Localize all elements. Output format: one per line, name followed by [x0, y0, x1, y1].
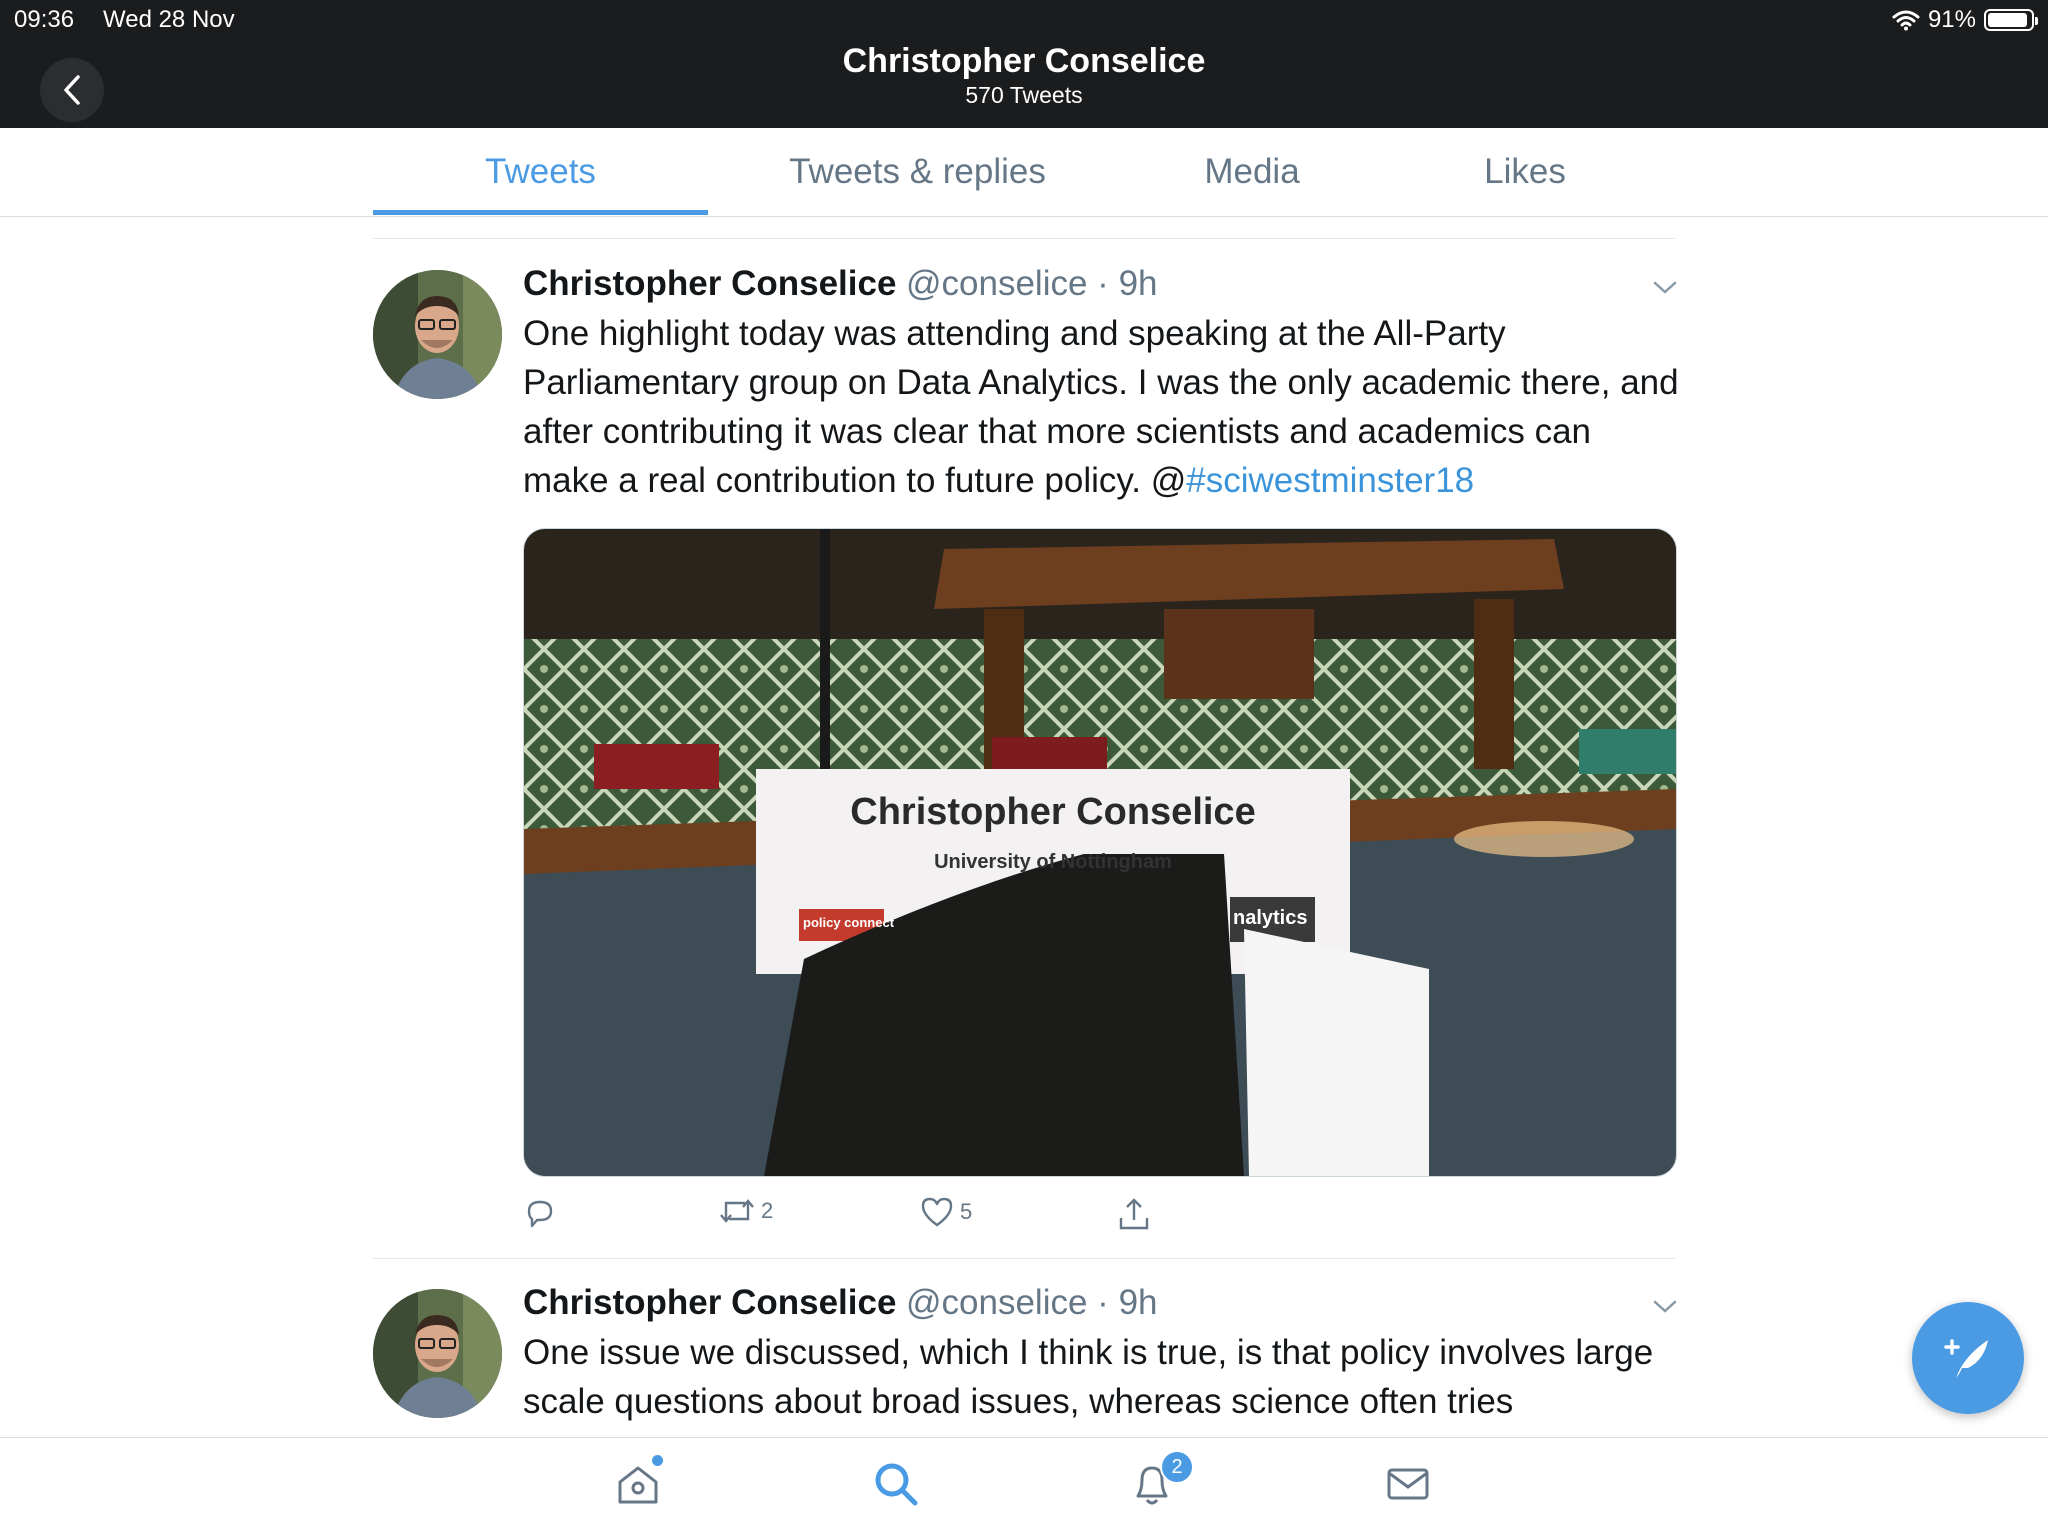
avatar[interactable] — [373, 270, 502, 399]
nameplate-logo-right: nalytics — [1233, 907, 1308, 929]
compose-feather-icon — [1944, 1339, 1988, 1378]
heart-icon — [921, 1197, 953, 1227]
tab-media[interactable]: Media — [1130, 128, 1374, 216]
chevron-down-icon[interactable] — [1652, 1293, 1678, 1319]
status-time: 09:36 — [14, 6, 75, 33]
tab-tweets[interactable]: Tweets — [373, 128, 708, 216]
tab-likes[interactable]: Likes — [1400, 128, 1650, 216]
top-header: 09:36 Wed 28 Nov 91% Christopher Conseli… — [0, 0, 2048, 128]
tweet-author-name[interactable]: Christopher Conselice — [523, 264, 896, 304]
tweet-meta: @conselice · 9h — [906, 264, 1158, 304]
chevron-down-icon[interactable] — [1652, 274, 1678, 300]
avatar-image — [373, 1289, 502, 1418]
tweet-meta: @conselice · 9h — [906, 1283, 1158, 1323]
hashtag-link[interactable]: #sciwestminster18 — [1186, 461, 1474, 500]
compose-tweet-button[interactable] — [1912, 1302, 2024, 1414]
like-button[interactable]: 5 — [920, 1196, 972, 1228]
search-icon[interactable] — [872, 1460, 920, 1508]
tweet-time: 9h — [1118, 264, 1158, 303]
meta-separator: · — [1087, 264, 1119, 303]
tweet-media-image[interactable]: Christopher Conselice University of Nott… — [523, 528, 1677, 1177]
status-date: Wed 28 Nov — [103, 6, 235, 33]
nameplate-name: Christopher Conselice — [850, 791, 1256, 833]
tweet-body: One issue we discussed, which I think is… — [523, 1333, 1654, 1421]
home-icon[interactable] — [614, 1460, 662, 1508]
share-button[interactable] — [1117, 1196, 1151, 1232]
feed-divider — [373, 238, 1675, 239]
retweet-icon — [720, 1199, 754, 1223]
home-new-dot — [652, 1455, 663, 1466]
nameplate-logo-left: policy connect — [803, 915, 895, 930]
profile-name-title: Christopher Conselice — [842, 42, 1206, 80]
tweet-time: 9h — [1118, 1283, 1158, 1322]
tweet-handle[interactable]: @conselice — [906, 1283, 1087, 1322]
tab-tweets-replies[interactable]: Tweets & replies — [740, 128, 1095, 216]
status-right: 91% — [1892, 6, 2038, 34]
retweet-count: 2 — [761, 1198, 774, 1223]
mail-icon[interactable] — [1384, 1460, 1432, 1508]
tweet-count: 570 Tweets — [965, 82, 1083, 108]
meta-separator: · — [1087, 1283, 1119, 1322]
nameplate-org: University of Nottingham — [934, 851, 1172, 873]
wifi-icon — [1892, 10, 1920, 31]
tweet-handle[interactable]: @conselice — [906, 264, 1087, 303]
tweet-author-name[interactable]: Christopher Conselice — [523, 1283, 896, 1323]
tweet-divider — [373, 1258, 1675, 1259]
reply-button[interactable] — [523, 1196, 557, 1230]
avatar-image — [373, 270, 502, 399]
tweet-actions: 2 5 — [523, 1196, 1675, 1236]
avatar[interactable] — [373, 1289, 502, 1418]
like-count: 5 — [960, 1199, 973, 1224]
reply-icon — [527, 1200, 553, 1228]
battery-percent: 91% — [1927, 6, 1976, 33]
tweet-body: One highlight today was attending and sp… — [523, 314, 1679, 500]
profile-tabs: Tweets Tweets & replies Media Likes — [0, 128, 2048, 217]
share-icon — [1119, 1198, 1149, 1230]
battery-icon — [1984, 9, 2038, 31]
tweet-text: One issue we discussed, which I think is… — [523, 1328, 1683, 1437]
tweet-text: One highlight today was attending and sp… — [523, 309, 1683, 505]
notifications-badge: 2 — [1160, 1450, 1194, 1484]
bottom-tab-bar — [0, 1437, 2048, 1537]
retweet-button[interactable]: 2 — [719, 1196, 773, 1226]
active-tab-indicator — [373, 210, 708, 215]
